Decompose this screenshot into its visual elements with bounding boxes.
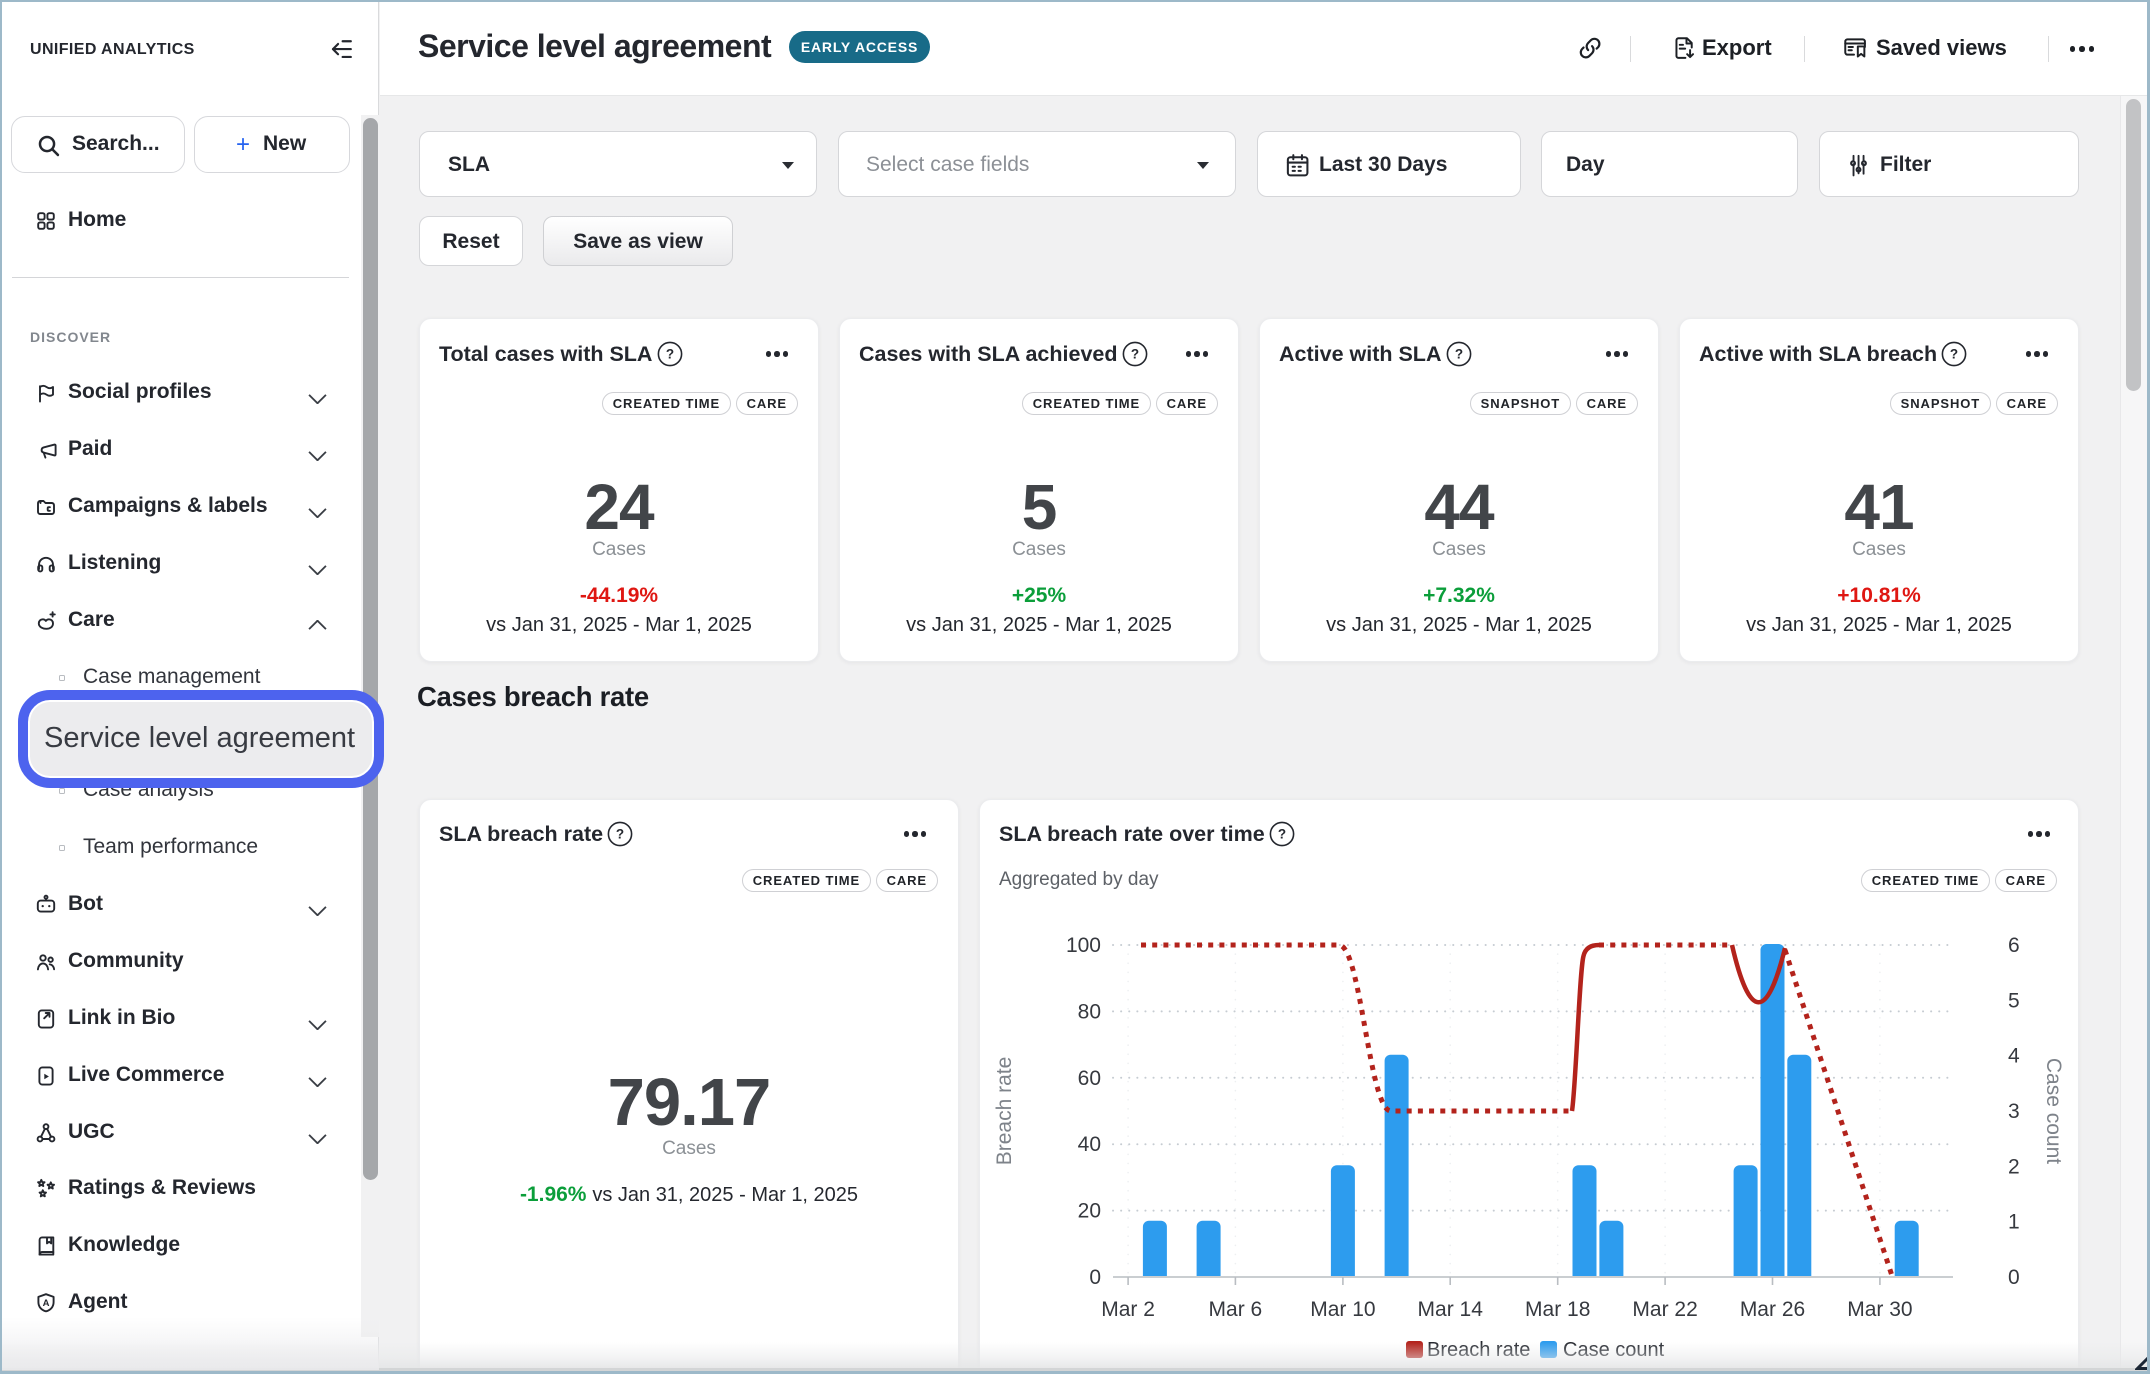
svg-text:A: A [43,1298,50,1309]
svg-text:?: ? [665,347,673,362]
svg-text:3: 3 [2008,1100,2020,1123]
svg-text:2: 2 [2008,1155,2020,1178]
svg-text:?: ? [1950,347,1958,362]
svg-text:0: 0 [1089,1266,1101,1289]
svg-text:Case count: Case count [1563,1339,1665,1361]
svg-text:4: 4 [2008,1045,2020,1068]
svg-text:?: ? [616,827,624,842]
svg-text:5: 5 [2008,989,2020,1012]
svg-text:1: 1 [2008,1211,2020,1234]
svg-text:Breach rate: Breach rate [1427,1339,1530,1361]
svg-text:20: 20 [1078,1200,1101,1223]
svg-text:40: 40 [1078,1133,1101,1156]
svg-text:?: ? [1130,347,1138,362]
svg-text:6: 6 [2008,934,2020,957]
svg-text:Mar 18: Mar 18 [1525,1298,1590,1321]
svg-text:Mar 14: Mar 14 [1418,1298,1484,1321]
svg-text:60: 60 [1078,1067,1101,1090]
svg-text:?: ? [1454,347,1462,362]
svg-text:Mar 22: Mar 22 [1632,1298,1697,1321]
svg-text:Case count: Case count [2042,1058,2065,1164]
svg-text:100: 100 [1066,934,1101,957]
svg-text:Mar 10: Mar 10 [1310,1298,1375,1321]
svg-text:0: 0 [2008,1266,2020,1289]
svg-text:Mar 6: Mar 6 [1209,1298,1263,1321]
svg-text:Mar 30: Mar 30 [1847,1298,1912,1321]
svg-text:Mar 26: Mar 26 [1740,1298,1805,1321]
svg-text:Mar 2: Mar 2 [1101,1298,1155,1321]
svg-text:80: 80 [1078,1000,1101,1023]
svg-text:Breach rate: Breach rate [993,1057,1016,1166]
